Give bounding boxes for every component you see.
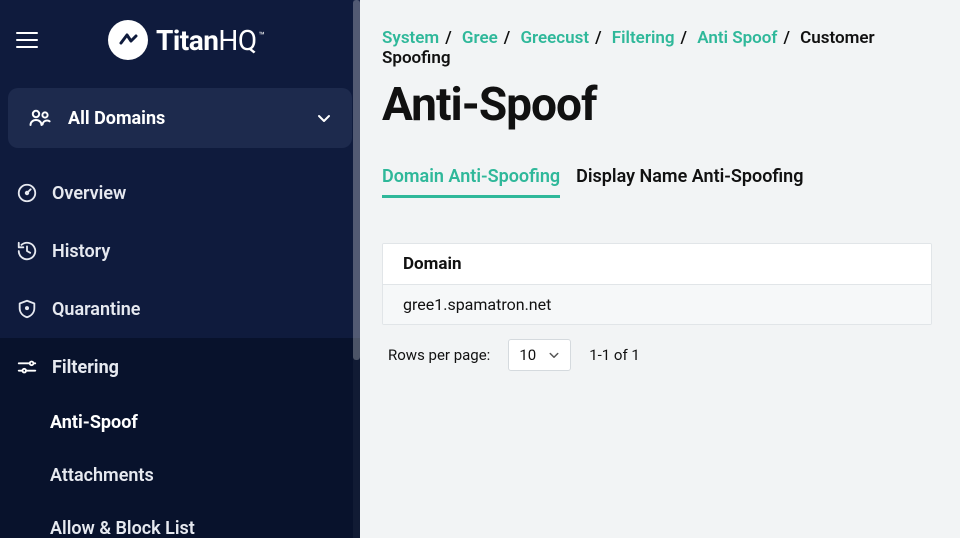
nav-label: Quarantine	[52, 299, 140, 320]
gauge-icon	[16, 182, 38, 204]
brand-wordmark: TitanHQ™	[156, 24, 264, 57]
nav-label: Overview	[52, 183, 126, 204]
table-header-domain: Domain	[383, 244, 931, 285]
sub-nav-filtering: Anti-Spoof Attachments Allow & Block Lis…	[0, 396, 360, 538]
tabs: Domain Anti-Spoofing Display Name Anti-S…	[382, 166, 932, 199]
shield-icon	[16, 298, 38, 320]
breadcrumb-link-system[interactable]: System	[382, 28, 439, 48]
tab-label: Domain Anti-Spoofing	[382, 166, 560, 187]
rows-per-page-value: 10	[519, 346, 536, 364]
main-content: System/ Gree/ Greecust/ Filtering/ Anti …	[360, 0, 960, 538]
sidebar-top: TitanHQ™	[0, 0, 360, 88]
sidebar-nav: Overview History Quarantine Filtering An…	[0, 164, 360, 538]
nav-item-history[interactable]: History	[0, 222, 360, 280]
page-title: Anti-Spoof	[382, 78, 932, 132]
chevron-down-icon	[548, 349, 560, 361]
scroll-thumb[interactable]	[353, 0, 360, 360]
domain-selector[interactable]: All Domains	[8, 88, 352, 148]
rows-per-page-select[interactable]: 10	[508, 339, 571, 371]
brand-logo: TitanHQ™	[108, 20, 264, 60]
menu-toggle-button[interactable]	[16, 32, 38, 48]
sub-item-allow-block[interactable]: Allow & Block List	[0, 502, 360, 538]
sidebar-scrollbar[interactable]	[353, 0, 360, 538]
breadcrumb-link-gree[interactable]: Gree	[462, 28, 498, 48]
rows-per-page-label: Rows per page:	[388, 346, 490, 364]
users-icon	[28, 106, 52, 130]
tab-domain-anti-spoofing[interactable]: Domain Anti-Spoofing	[382, 166, 560, 198]
sub-item-anti-spoof[interactable]: Anti-Spoof	[0, 396, 360, 449]
nav-item-quarantine[interactable]: Quarantine	[0, 280, 360, 338]
breadcrumb-link-anti-spoof[interactable]: Anti Spoof	[697, 28, 777, 48]
table-row[interactable]: gree1.spamatron.net	[383, 285, 931, 324]
sub-item-label: Allow & Block List	[50, 518, 195, 538]
history-icon	[16, 240, 38, 262]
pagination-range: 1-1 of 1	[589, 346, 640, 364]
chevron-down-icon	[316, 110, 332, 126]
sidebar: TitanHQ™ All Domains Overview History	[0, 0, 360, 538]
nav-item-overview[interactable]: Overview	[0, 164, 360, 222]
domain-table: Domain gree1.spamatron.net	[382, 243, 932, 325]
breadcrumb-link-filtering[interactable]: Filtering	[612, 28, 675, 48]
nav-item-filtering[interactable]: Filtering	[0, 338, 360, 396]
table-cell-domain: gree1.spamatron.net	[403, 295, 551, 314]
breadcrumb: System/ Gree/ Greecust/ Filtering/ Anti …	[382, 28, 932, 68]
domain-selector-label: All Domains	[68, 108, 316, 129]
sub-item-label: Attachments	[50, 465, 154, 486]
nav-label: History	[52, 241, 110, 262]
sliders-icon	[16, 356, 38, 378]
breadcrumb-link-greecust[interactable]: Greecust	[520, 28, 589, 48]
tab-label: Display Name Anti-Spoofing	[576, 166, 803, 187]
sub-item-label: Anti-Spoof	[50, 412, 138, 433]
sub-item-attachments[interactable]: Attachments	[0, 449, 360, 502]
tab-display-name-anti-spoofing[interactable]: Display Name Anti-Spoofing	[576, 166, 803, 198]
nav-label: Filtering	[52, 357, 119, 378]
brand-mark-icon	[108, 20, 148, 60]
pagination: Rows per page: 10 1-1 of 1	[382, 325, 932, 385]
